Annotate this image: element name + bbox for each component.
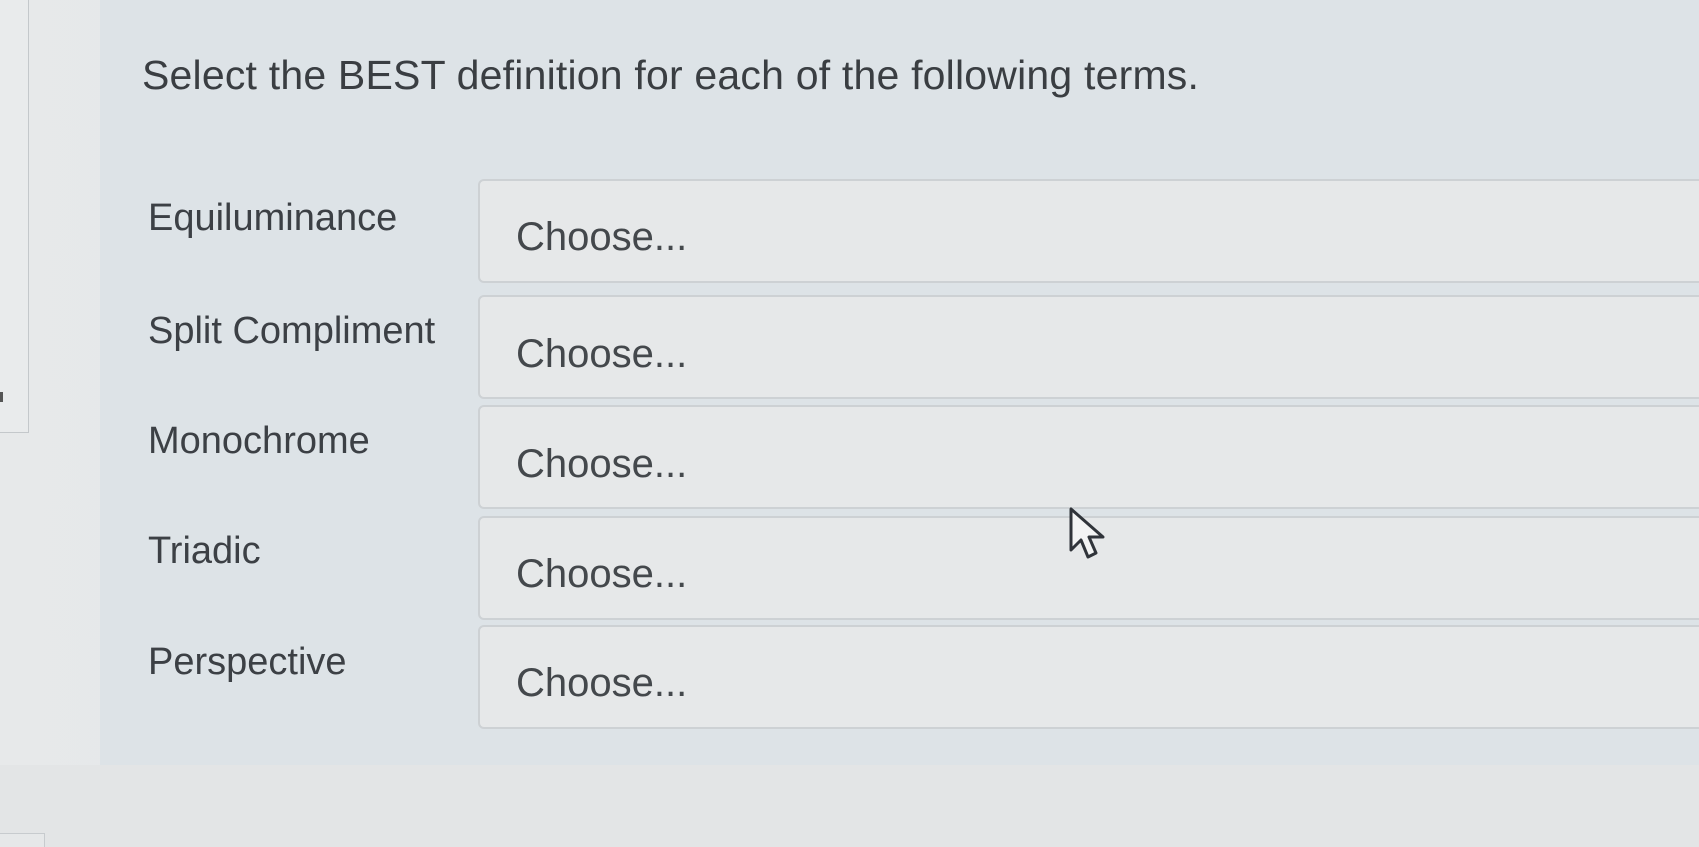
question-prompt: Select the BEST definition for each of t… xyxy=(142,52,1200,98)
term-label: Perspective xyxy=(148,641,347,683)
matching-row-triadic: Triadic Choose... xyxy=(0,512,1699,624)
matching-row-equiluminance: Equiluminance Choose... xyxy=(0,177,1699,289)
selected-option: Choose... xyxy=(516,332,688,376)
selected-option: Choose... xyxy=(516,661,688,705)
definition-select[interactable]: Choose... xyxy=(478,295,1699,399)
term-label: Equiluminance xyxy=(148,197,398,239)
definition-select[interactable]: Choose... xyxy=(478,405,1699,509)
matching-row-monochrome: Monochrome Choose... xyxy=(0,401,1699,513)
selected-option: Choose... xyxy=(516,552,688,596)
term-label: Split Compliment xyxy=(148,310,436,352)
footer-tab xyxy=(0,833,45,847)
selected-option: Choose... xyxy=(516,442,688,486)
page-footer-area xyxy=(0,765,1699,847)
term-label: Monochrome xyxy=(148,420,370,462)
matching-row-perspective: Perspective Choose... xyxy=(0,623,1699,735)
term-label: Triadic xyxy=(148,530,261,572)
definition-select[interactable]: Choose... xyxy=(478,625,1699,729)
matching-row-split-compliment: Split Compliment Choose... xyxy=(0,291,1699,403)
definition-select[interactable]: Choose... xyxy=(478,179,1699,283)
selected-option: Choose... xyxy=(516,215,688,259)
mouse-pointer-icon xyxy=(1069,507,1105,559)
quiz-screen: Select the BEST definition for each of t… xyxy=(0,0,1699,847)
